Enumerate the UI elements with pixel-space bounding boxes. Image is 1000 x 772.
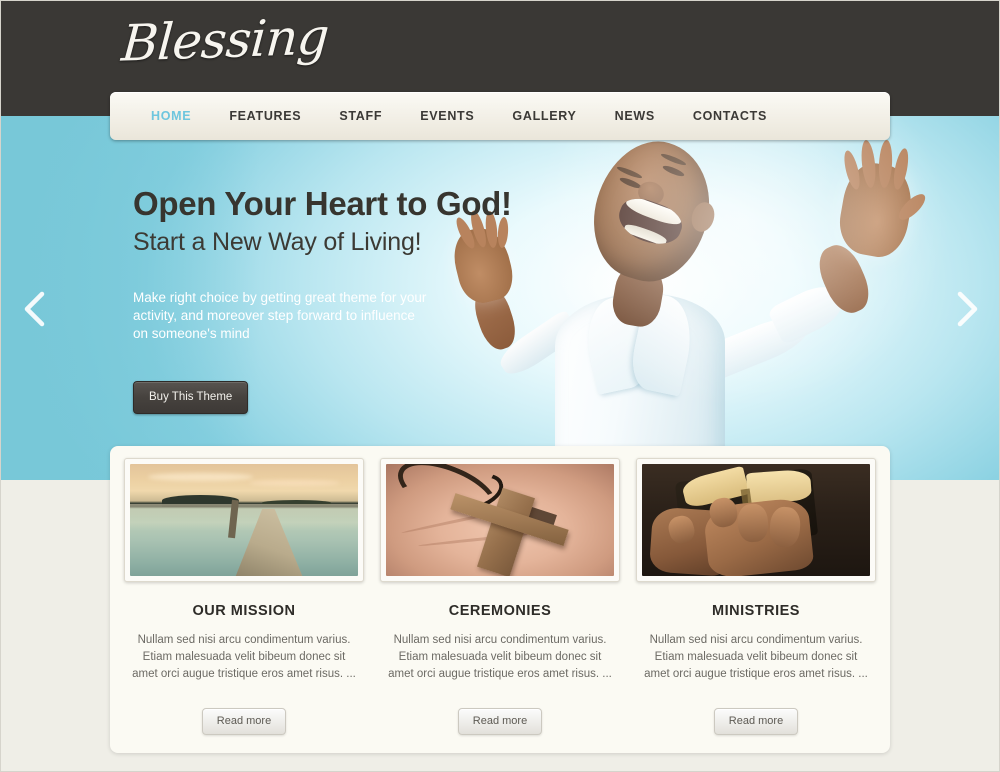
nav-item-home[interactable]: HOME (132, 92, 210, 140)
hero-photo-joyful-man (400, 116, 1000, 480)
main-navigation: HOME FEATURES STAFF EVENTS GALLERY NEWS CONTAC… (110, 92, 890, 140)
nav-item-staff[interactable]: STAFF (320, 92, 401, 140)
feature-card-our-mission: OUR MISSION Nullam sed nisi arcu condime… (124, 458, 364, 753)
nav-item-contacts[interactable]: CONTACTS (674, 92, 786, 140)
feature-card-title: OUR MISSION (192, 603, 296, 619)
read-more-button[interactable]: Read more (713, 708, 799, 735)
nav-item-events[interactable]: EVENTS (401, 92, 493, 140)
nav-item-features[interactable]: FEATURES (210, 92, 320, 140)
feature-card-title: MINISTRIES (712, 603, 800, 619)
slider-prev-button[interactable] (18, 286, 52, 332)
page-root: Open Your Heart to God! Start a New Way … (0, 0, 1000, 772)
hero-title: Open Your Heart to God! (133, 185, 512, 222)
feature-image-frame[interactable] (124, 458, 364, 582)
buy-this-theme-button[interactable]: Buy This Theme (133, 381, 249, 415)
lake-pier-sunset-image (130, 464, 358, 576)
site-logo[interactable]: Blessing (120, 7, 331, 72)
chevron-right-icon (957, 291, 978, 327)
read-more-button[interactable]: Read more (201, 708, 287, 735)
feature-card-text: Nullam sed nisi arcu condimentum varius.… (388, 634, 612, 680)
feature-card-ministries: MINISTRIES Nullam sed nisi arcu condimen… (636, 458, 876, 753)
wooden-cross-in-hand-image (386, 464, 614, 576)
slider-next-button[interactable] (950, 286, 984, 332)
hero-copy-block: Open Your Heart to God! Start a New Way … (133, 185, 512, 415)
hero-description: Make right choice by getting great theme… (133, 290, 427, 342)
feature-card-ceremonies: CEREMONIES Nullam sed nisi arcu condimen… (380, 458, 620, 753)
features-panel: OUR MISSION Nullam sed nisi arcu condime… (110, 446, 890, 753)
hero-slider: Open Your Heart to God! Start a New Way … (0, 116, 1000, 480)
nav-item-gallery[interactable]: GALLERY (493, 92, 595, 140)
nav-item-news[interactable]: NEWS (596, 92, 674, 140)
feature-card-text: Nullam sed nisi arcu condimentum varius.… (644, 634, 868, 680)
read-more-button[interactable]: Read more (457, 708, 543, 735)
feature-image-frame[interactable] (636, 458, 876, 582)
feature-card-title: CEREMONIES (448, 603, 552, 619)
feature-image-frame[interactable] (380, 458, 620, 582)
feature-card-text: Nullam sed nisi arcu condimentum varius.… (132, 634, 356, 680)
hero-subtitle: Start a New Way of Living! (133, 228, 422, 257)
chevron-left-icon (24, 291, 45, 327)
hands-holding-bible-image (642, 464, 870, 576)
